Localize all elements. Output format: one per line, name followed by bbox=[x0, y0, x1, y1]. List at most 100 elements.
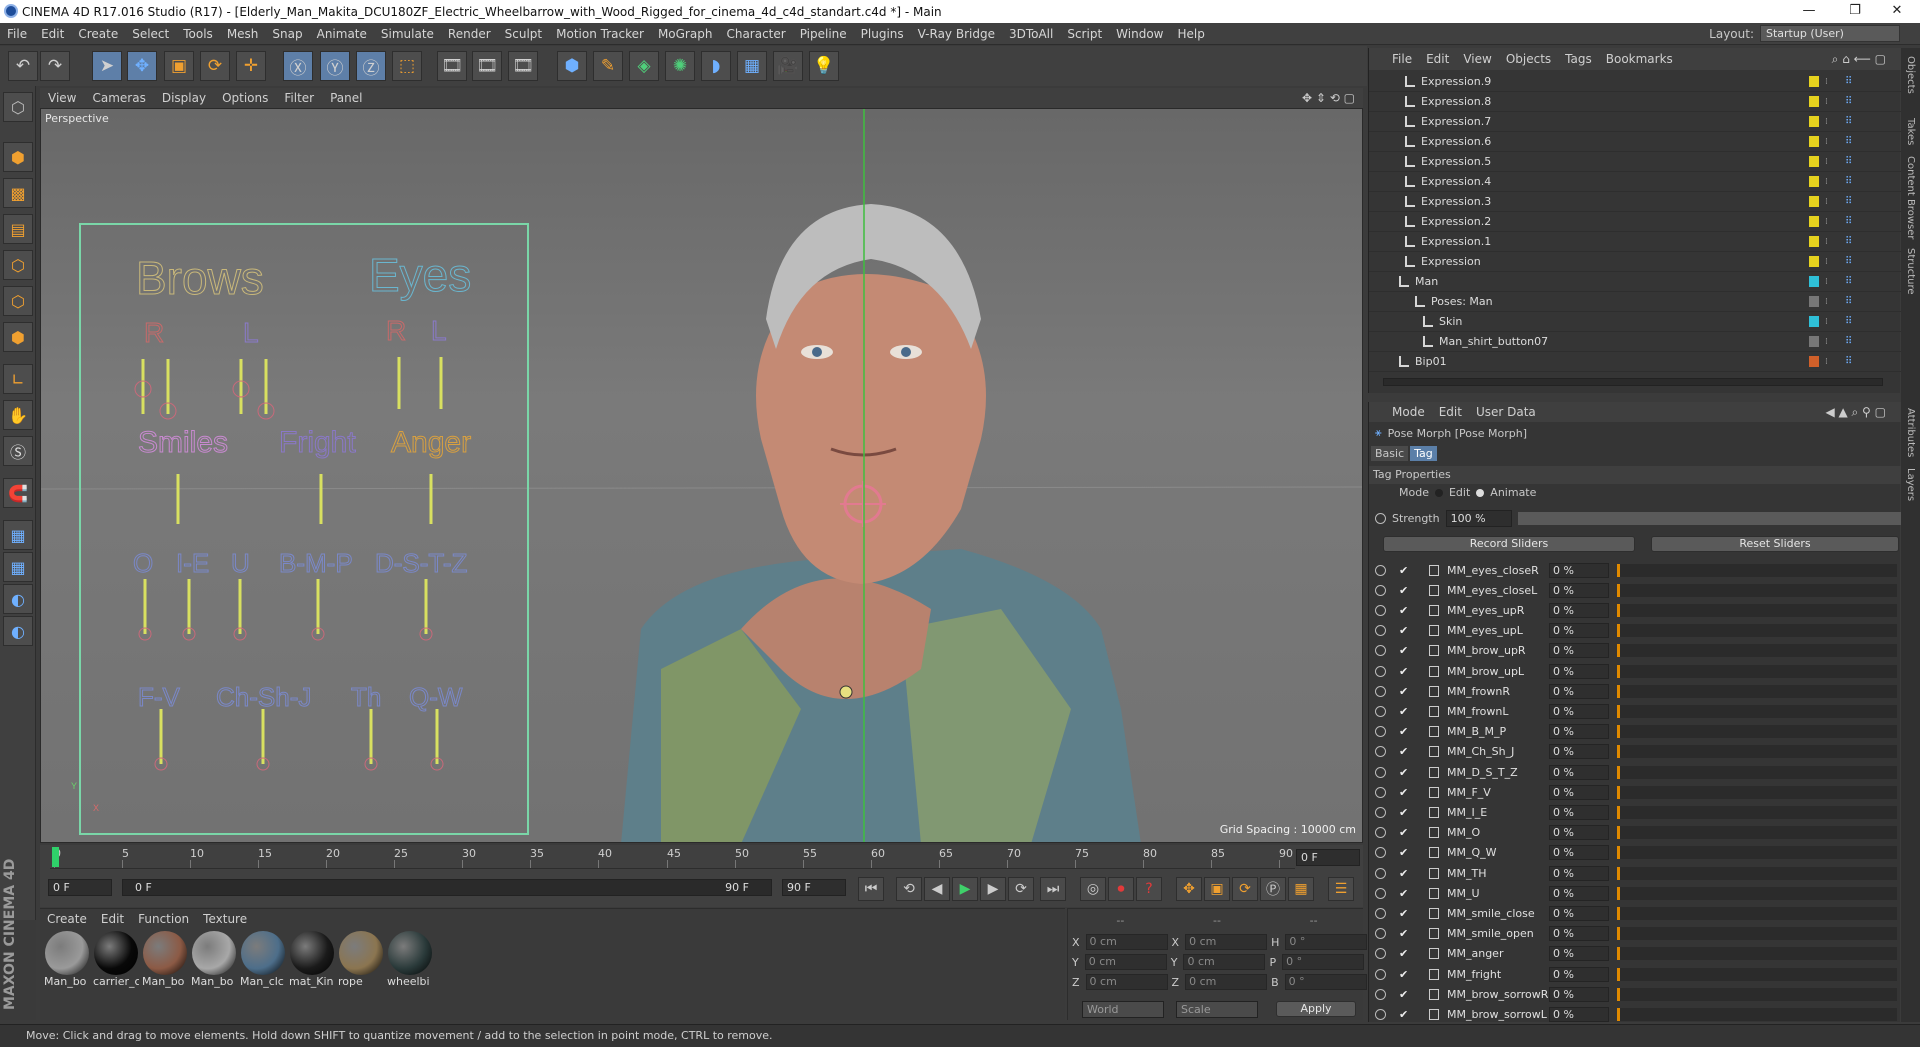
viewport-menu-filter[interactable]: Filter bbox=[276, 91, 322, 105]
expression-tag-icon[interactable]: ⠿ bbox=[1845, 256, 1852, 267]
slider-value-field[interactable]: 0 % bbox=[1549, 1006, 1609, 1022]
slider-anim-icon[interactable] bbox=[1375, 665, 1386, 677]
menu-simulate[interactable]: Simulate bbox=[374, 27, 441, 41]
menu-plugins[interactable]: Plugins bbox=[854, 27, 911, 41]
slider-enable-check[interactable]: ✔ bbox=[1399, 907, 1408, 920]
timeline-playhead[interactable] bbox=[52, 847, 59, 867]
slider-value-field[interactable]: 0 % bbox=[1549, 764, 1609, 780]
tweak-mode-icon[interactable]: ✋ bbox=[3, 400, 33, 430]
select-arrow-icon[interactable]: ➤ bbox=[92, 51, 122, 81]
slider-enable-check[interactable]: ✔ bbox=[1399, 968, 1408, 981]
slider-enable-check[interactable]: ✔ bbox=[1399, 887, 1408, 900]
slider-anim-icon[interactable] bbox=[1375, 847, 1386, 859]
material-swatch[interactable]: carrier_c bbox=[93, 931, 139, 993]
prev-frame-icon[interactable]: ◀ bbox=[924, 877, 950, 901]
menu-character[interactable]: Character bbox=[719, 27, 792, 41]
viewport-menu-options[interactable]: Options bbox=[214, 91, 276, 105]
slider-track[interactable] bbox=[1617, 664, 1897, 678]
slider-enable-check[interactable]: ✔ bbox=[1399, 725, 1408, 738]
attr-menu-edit[interactable]: Edit bbox=[1432, 405, 1469, 419]
morph-slider-row[interactable]: ✔ MM_brow_upL 0 % bbox=[1369, 661, 1901, 681]
morph-slider-row[interactable]: ✔ MM_eyes_upR 0 % bbox=[1369, 600, 1901, 620]
size-z-field[interactable]: 0 cm bbox=[1185, 974, 1268, 990]
slider-enable-check[interactable]: ✔ bbox=[1399, 564, 1408, 577]
slider-track[interactable] bbox=[1617, 644, 1897, 658]
slider-value-field[interactable]: 0 % bbox=[1549, 986, 1609, 1002]
points-mode-icon[interactable]: ⬡ bbox=[3, 250, 33, 280]
strength-slider[interactable] bbox=[1517, 512, 1908, 525]
obj-menu-objects[interactable]: Objects bbox=[1499, 52, 1558, 66]
visibility-dots-icon[interactable]: ⁞ bbox=[1825, 97, 1828, 107]
menu-motion-tracker[interactable]: Motion Tracker bbox=[549, 27, 651, 41]
slider-value-field[interactable]: 0 % bbox=[1549, 804, 1609, 820]
menu-mograph[interactable]: MoGraph bbox=[651, 27, 720, 41]
record-sliders-button[interactable]: Record Sliders bbox=[1383, 536, 1635, 552]
slider-anim-icon[interactable] bbox=[1375, 705, 1386, 717]
slider-enable-check[interactable]: ✔ bbox=[1399, 604, 1408, 617]
menu-animate[interactable]: Animate bbox=[310, 27, 374, 41]
slider-enable-check[interactable]: ✔ bbox=[1399, 806, 1408, 819]
expression-tag-icon[interactable]: ⠿ bbox=[1845, 356, 1852, 367]
polygons-mode-icon[interactable]: ⬢ bbox=[3, 322, 33, 352]
visibility-dots-icon[interactable]: ⁞ bbox=[1825, 337, 1828, 347]
slider-track[interactable] bbox=[1617, 603, 1897, 617]
object-row[interactable]: Expression.2 ⁞ ⠿ bbox=[1369, 212, 1901, 232]
slider-track[interactable] bbox=[1617, 745, 1897, 759]
menu-3dtoall[interactable]: 3DToAll bbox=[1002, 27, 1060, 41]
size-x-field[interactable]: 0 cm bbox=[1185, 934, 1268, 950]
keyframe-selection-icon[interactable]: ? bbox=[1136, 877, 1162, 901]
material-swatch[interactable]: Man_bo bbox=[191, 931, 237, 993]
layer-color-swatch[interactable] bbox=[1809, 196, 1819, 207]
morph-slider-row[interactable]: ✔ MM_eyes_closeL 0 % bbox=[1369, 580, 1901, 600]
slider-track[interactable] bbox=[1617, 805, 1897, 819]
menu-create[interactable]: Create bbox=[71, 27, 125, 41]
timeline-menu-icon[interactable]: ☰ bbox=[1328, 877, 1354, 901]
apply-button[interactable]: Apply bbox=[1276, 1001, 1356, 1017]
menu-mesh[interactable]: Mesh bbox=[220, 27, 266, 41]
slider-track[interactable] bbox=[1617, 1007, 1897, 1021]
slider-anim-icon[interactable] bbox=[1375, 625, 1386, 637]
scale-dropdown[interactable]: Scale bbox=[1176, 1001, 1258, 1018]
morph-slider-row[interactable]: ✔ MM_smile_open 0 % bbox=[1369, 924, 1901, 944]
object-row[interactable]: Man ⁞ ⠿ bbox=[1369, 272, 1901, 292]
axis-mode-icon[interactable]: ∟ bbox=[3, 364, 33, 394]
slider-value-field[interactable]: 0 % bbox=[1549, 744, 1609, 760]
layer-color-swatch[interactable] bbox=[1809, 116, 1819, 127]
slider-anim-icon[interactable] bbox=[1375, 685, 1386, 697]
slider-track[interactable] bbox=[1617, 704, 1897, 718]
side-tab-layers[interactable]: Layers bbox=[1905, 468, 1916, 501]
layer-color-swatch[interactable] bbox=[1809, 216, 1819, 227]
slider-enable-check[interactable]: ✔ bbox=[1399, 644, 1408, 657]
slider-track[interactable] bbox=[1617, 846, 1897, 860]
side-tab-structure[interactable]: Structure bbox=[1905, 248, 1916, 295]
current-frame-field[interactable]: 0 F bbox=[48, 879, 112, 896]
expression-tag-icon[interactable]: ⠿ bbox=[1845, 76, 1852, 87]
slider-value-field[interactable]: 0 % bbox=[1549, 562, 1609, 578]
visibility-dots-icon[interactable]: ⁞ bbox=[1825, 157, 1828, 167]
render-view-icon[interactable]: 🎞 bbox=[437, 51, 467, 81]
expression-tag-icon[interactable]: ⠿ bbox=[1845, 316, 1852, 327]
slider-anim-icon[interactable] bbox=[1375, 988, 1386, 1000]
slider-enable-check[interactable]: ✔ bbox=[1399, 685, 1408, 698]
morph-slider-row[interactable]: ✔ MM_D_S_T_Z 0 % bbox=[1369, 762, 1901, 782]
subdivision-icon[interactable]: ◈ bbox=[629, 51, 659, 81]
mograph-cloner-icon[interactable]: ✺ bbox=[665, 51, 695, 81]
visibility-dots-icon[interactable]: ⁞ bbox=[1825, 357, 1828, 367]
expression-tag-icon[interactable]: ⠿ bbox=[1845, 116, 1852, 127]
go-to-end-icon[interactable]: ⏭ bbox=[1040, 877, 1066, 901]
redo-icon[interactable]: ↷ bbox=[40, 51, 70, 81]
morph-slider-row[interactable]: ✔ MM_brow_upR 0 % bbox=[1369, 641, 1901, 661]
solo-icon[interactable]: Ⓢ bbox=[3, 436, 33, 466]
material-swatch[interactable]: wheelbi bbox=[387, 931, 433, 993]
slider-track[interactable] bbox=[1617, 826, 1897, 840]
slider-anim-icon[interactable] bbox=[1375, 968, 1386, 980]
deformer-icon[interactable]: ◗ bbox=[701, 51, 731, 81]
python-script-2-icon[interactable]: ◐ bbox=[3, 616, 33, 646]
slider-value-field[interactable]: 0 % bbox=[1549, 946, 1609, 962]
visibility-dots-icon[interactable]: ⁞ bbox=[1825, 77, 1828, 87]
material-menu-edit[interactable]: Edit bbox=[94, 912, 131, 926]
morph-slider-row[interactable]: ✔ MM_Q_W 0 % bbox=[1369, 843, 1901, 863]
visibility-dots-icon[interactable]: ⁞ bbox=[1825, 317, 1828, 327]
snap-icon[interactable]: 🧲 bbox=[3, 478, 33, 508]
material-swatch[interactable]: mat_Kin bbox=[289, 931, 335, 993]
